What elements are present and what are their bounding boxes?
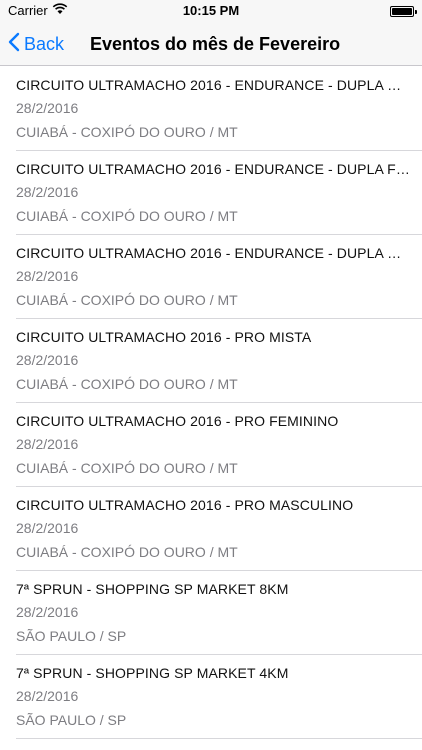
event-location: CUIABÁ - COXIPÓ DO OURO / MT: [16, 292, 238, 308]
back-label: Back: [24, 33, 65, 54]
list-item[interactable]: CIRCUITO ULTRAMACHO 2016 - PRO MISTA 28/2…: [0, 319, 422, 403]
list-item[interactable]: CIRCUITO ULTRAMACHO 2016 - ENDURANCE - D…: [0, 235, 422, 319]
list-item[interactable]: 7ª SPRUN - SHOPPING SP MARKET 8KM 28/2/20…: [0, 571, 422, 655]
event-title: 7ª SPRUN - SHOPPING SP MARKET 4KM: [16, 665, 289, 681]
event-location: SÃO PAULO / SP: [16, 628, 127, 644]
event-title: CIRCUITO ULTRAMACHO 2016 - PRO MISTA: [16, 329, 312, 345]
event-date: 28/2/2016: [16, 436, 79, 452]
event-list: CIRCUITO ULTRAMACHO 2016 - ENDURANCE - D…: [0, 67, 422, 739]
event-title: CIRCUITO ULTRAMACHO 2016 - ENDURANCE - D…: [16, 245, 412, 261]
battery-icon: [390, 6, 417, 17]
event-location: CUIABÁ - COXIPÓ DO OURO / MT: [16, 124, 238, 140]
list-item[interactable]: 7ª SPRUN - SHOPPING SP MARKET 4KM 28/2/20…: [0, 655, 422, 739]
event-date: 28/2/2016: [16, 352, 79, 368]
list-item[interactable]: CIRCUITO ULTRAMACHO 2016 - ENDURANCE - D…: [0, 67, 422, 151]
event-title: CIRCUITO ULTRAMACHO 2016 - PRO MASCULINO: [16, 497, 354, 513]
event-title: 7ª SPRUN - SHOPPING SP MARKET 8KM: [16, 581, 289, 597]
event-location: CUIABÁ - COXIPÓ DO OURO / MT: [16, 376, 238, 392]
status-bar: Carrier 10:15 PM: [0, 0, 422, 22]
status-time: 10:15 PM: [182, 3, 240, 18]
event-title: CIRCUITO ULTRAMACHO 2016 - PRO FEMININO: [16, 413, 339, 429]
list-item[interactable]: CIRCUITO ULTRAMACHO 2016 - PRO MASCULINO…: [0, 487, 422, 571]
back-button[interactable]: Back: [8, 31, 64, 57]
list-item[interactable]: CIRCUITO ULTRAMACHO 2016 - PRO FEMININO 2…: [0, 403, 422, 487]
event-title: CIRCUITO ULTRAMACHO 2016 - ENDURANCE - D…: [16, 77, 412, 93]
list-item[interactable]: CIRCUITO ULTRAMACHO 2016 - ENDURANCE - D…: [0, 151, 422, 235]
event-date: 28/2/2016: [16, 520, 79, 536]
chevron-left-icon: [8, 32, 20, 57]
event-date: 28/2/2016: [16, 688, 79, 704]
page-title: Eventos do mês de Fevereiro: [90, 34, 341, 54]
event-date: 28/2/2016: [16, 100, 79, 116]
event-location: CUIABÁ - COXIPÓ DO OURO / MT: [16, 460, 238, 476]
event-location: SÃO PAULO / SP: [16, 712, 127, 728]
event-date: 28/2/2016: [16, 268, 79, 284]
event-date: 28/2/2016: [16, 604, 79, 620]
navigation-bar: Back Eventos do mês de Fevereiro: [0, 22, 422, 66]
event-location: CUIABÁ - COXIPÓ DO OURO / MT: [16, 208, 238, 224]
event-date: 28/2/2016: [16, 184, 79, 200]
event-title: CIRCUITO ULTRAMACHO 2016 - ENDURANCE - D…: [16, 161, 412, 177]
event-location: CUIABÁ - COXIPÓ DO OURO / MT: [16, 544, 238, 560]
